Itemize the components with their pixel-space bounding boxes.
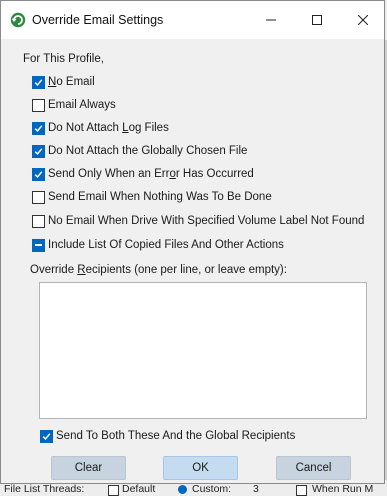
option-checkbox-4[interactable] (32, 144, 45, 158)
checkmark-icon (34, 78, 43, 86)
option-label-5: Send Only When an Error Has Occurred (48, 168, 254, 180)
checkmark-icon (34, 124, 43, 132)
option-row-5[interactable]: Send Only When an Error Has Occurred (32, 166, 254, 182)
option-checkbox-5[interactable] (32, 167, 45, 181)
option-label-3: Do Not Attach Log Files (48, 122, 169, 134)
option-checkbox-7[interactable] (32, 214, 45, 228)
recipients-textarea[interactable] (39, 282, 367, 419)
dialog-title: Override Email Settings (32, 13, 164, 27)
clear-button[interactable]: Clear (51, 456, 126, 480)
maximize-button[interactable] (294, 1, 340, 39)
custom-value: 3 (253, 483, 259, 495)
send-both-label: Send To Both These And the Global Recipi… (56, 430, 296, 442)
background-window-strip: File List Threads: Default Custom: 3 Whe… (0, 483, 387, 496)
override-email-dialog: Override Email Settings For This Profile… (0, 0, 385, 484)
title-bar[interactable]: Override Email Settings (1, 1, 384, 39)
minimize-icon (266, 19, 276, 21)
send-both-checkbox[interactable] (40, 429, 53, 443)
option-checkbox-2[interactable] (32, 98, 45, 112)
default-checkbox (108, 485, 119, 496)
default-label: Default (122, 483, 156, 495)
checkmark-icon (42, 432, 51, 440)
option-row-6[interactable]: Send Email When Nothing Was To Be Done (32, 189, 272, 205)
option-label-1: No Email (48, 76, 95, 88)
when-run-label: When Run M (312, 483, 374, 495)
option-row-2[interactable]: Email Always (32, 97, 116, 113)
checkmark-icon (34, 147, 43, 155)
profile-label: For This Profile, (23, 53, 104, 65)
maximize-icon (312, 15, 322, 25)
option-checkbox-6[interactable] (32, 190, 45, 204)
custom-radio (178, 485, 187, 494)
custom-label: Custom: (192, 483, 232, 495)
option-row-1[interactable]: No Email (32, 74, 95, 90)
indeterminate-icon (35, 244, 42, 246)
checkmark-icon (34, 170, 43, 178)
app-icon (10, 12, 26, 28)
option-row-8[interactable]: Include List Of Copied Files And Other A… (32, 237, 284, 253)
option-checkbox-8[interactable] (32, 238, 45, 252)
send-both-checkbox-row[interactable]: Send To Both These And the Global Recipi… (40, 428, 295, 444)
close-button[interactable] (340, 1, 386, 39)
option-checkbox-3[interactable] (32, 121, 45, 135)
option-label-8: Include List Of Copied Files And Other A… (48, 239, 284, 251)
minimize-button[interactable] (248, 1, 294, 39)
cancel-button[interactable]: Cancel (276, 456, 351, 480)
when-run-checkbox (296, 485, 307, 496)
option-label-7: No Email When Drive With Specified Volum… (48, 215, 365, 227)
option-row-7[interactable]: No Email When Drive With Specified Volum… (32, 213, 364, 229)
option-label-4: Do Not Attach the Globally Chosen File (48, 145, 248, 157)
option-checkbox-1[interactable] (32, 75, 45, 89)
option-label-6: Send Email When Nothing Was To Be Done (48, 191, 272, 203)
option-row-3[interactable]: Do Not Attach Log Files (32, 120, 169, 136)
option-label-2: Email Always (48, 99, 116, 111)
file-list-threads-label: File List Threads: (4, 483, 85, 495)
ok-button[interactable]: OK (163, 456, 238, 480)
option-row-4[interactable]: Do Not Attach the Globally Chosen File (32, 143, 247, 159)
recipients-label: Override Recipients (one per line, or le… (30, 264, 287, 276)
close-icon (358, 15, 368, 25)
